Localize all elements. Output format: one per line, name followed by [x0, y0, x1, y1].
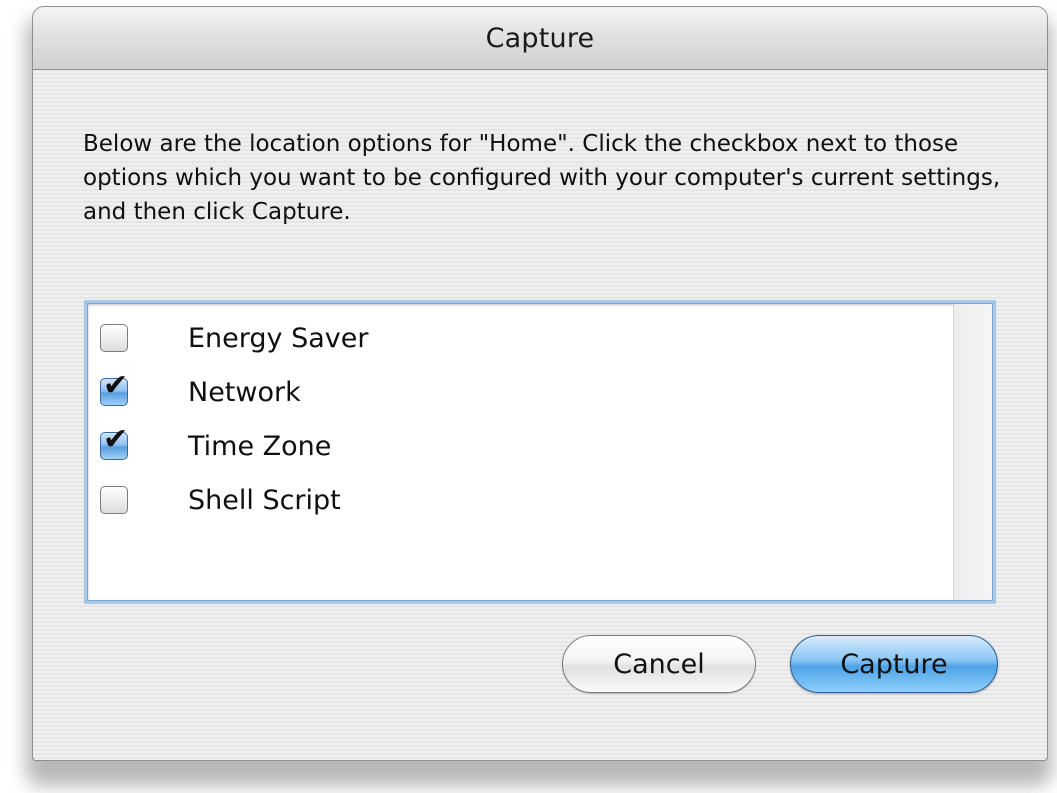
list-item-energy-saver[interactable]: Energy Saver: [100, 318, 368, 358]
instruction-text: Below are the location options for "Home…: [83, 131, 1001, 225]
list-item-network[interactable]: ✔ Network: [100, 371, 301, 412]
checkmark-icon: ✔: [103, 422, 129, 457]
cancel-button[interactable]: Cancel: [562, 635, 756, 693]
energy-saver-label: Energy Saver: [188, 322, 369, 354]
capture-button[interactable]: Capture: [790, 635, 998, 693]
shell-script-checkbox[interactable]: [100, 486, 128, 514]
options-list[interactable]: Energy Saver ✔ Network ✔ Time Zone Shell…: [87, 303, 993, 601]
energy-saver-checkbox[interactable]: [100, 324, 128, 352]
time-zone-checkbox[interactable]: ✔: [100, 425, 128, 460]
window-title: Capture: [485, 22, 595, 54]
screen: Capture Below are the location options f…: [0, 0, 1057, 793]
list-item-time-zone[interactable]: ✔ Time Zone: [100, 425, 332, 466]
network-label: Network: [188, 376, 301, 408]
list-item-shell-script[interactable]: Shell Script: [100, 480, 341, 520]
shell-script-label: Shell Script: [188, 484, 341, 516]
network-checkbox[interactable]: ✔: [100, 371, 128, 406]
time-zone-label: Time Zone: [188, 430, 332, 462]
capture-dialog: Capture Below are the location options f…: [32, 6, 1048, 761]
title-bar[interactable]: Capture: [33, 7, 1047, 70]
list-scrollbar[interactable]: [953, 304, 992, 600]
checkmark-icon: ✔: [103, 368, 129, 403]
